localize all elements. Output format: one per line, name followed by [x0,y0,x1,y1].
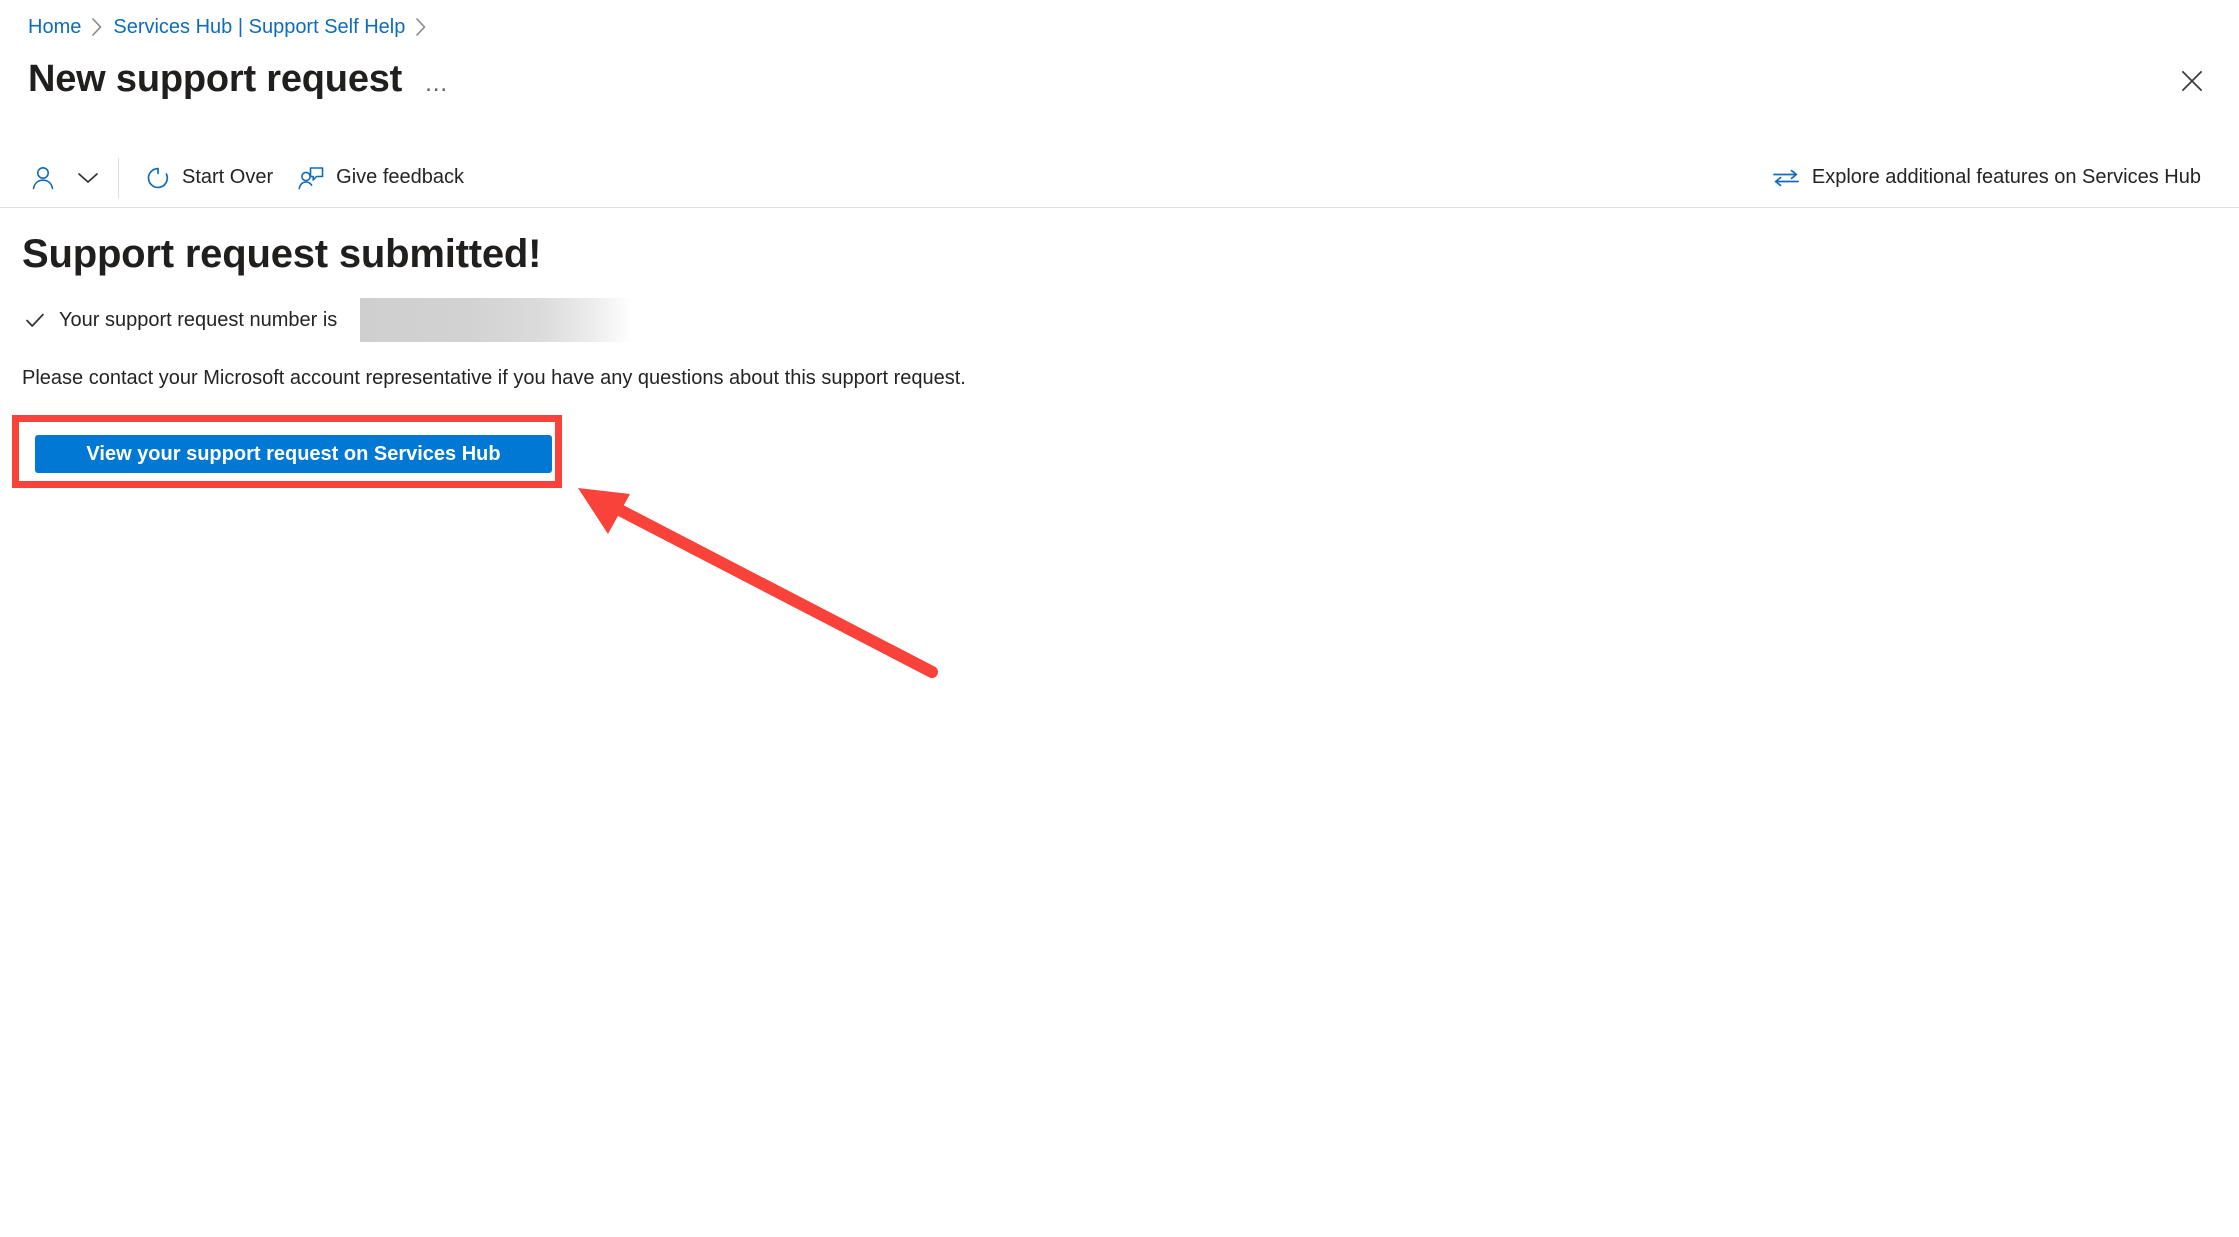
breadcrumb-item-services-hub[interactable]: Services Hub | Support Self Help [113,14,405,40]
close-button[interactable] [2171,60,2213,102]
breadcrumb: Home Services Hub | Support Self Help [28,14,427,40]
success-heading: Support request submitted! [22,232,542,276]
chevron-down-icon [76,170,100,186]
person-icon [28,163,58,193]
toolbar-divider [118,157,119,198]
person-feedback-icon [297,165,325,191]
persona-menu-button[interactable] [28,163,118,193]
annotation-arrow [578,488,938,678]
primary-button-highlight-annotation: View your support request on Services Hu… [12,415,562,488]
page-title: New support request [28,58,403,100]
give-feedback-label: Give feedback [336,166,464,188]
give-feedback-button[interactable]: Give feedback [285,156,476,200]
confirmation-row: Your support request number is [24,298,2239,342]
refresh-icon [145,165,171,191]
command-bar-left: Start Over Give feedback [28,148,476,207]
confirmation-text: Your support request number is [59,309,338,331]
checkmark-icon [24,309,46,331]
contact-note: Please contact your Microsoft account re… [22,367,966,389]
explore-services-hub-button[interactable]: Explore additional features on Services … [1759,156,2213,200]
swap-arrows-icon [1771,166,1801,190]
command-bar: Start Over Give feedback Explore additio… [0,148,2239,208]
command-bar-right: Explore additional features on Services … [1759,148,2213,207]
close-icon [2179,68,2205,94]
view-support-request-button[interactable]: View your support request on Services Hu… [35,435,552,473]
page-overflow-menu-button[interactable]: … [424,62,450,96]
breadcrumb-item-home[interactable]: Home [28,14,81,40]
explore-services-hub-label: Explore additional features on Services … [1811,166,2201,188]
page-header: New support request … [28,55,450,103]
chevron-right-icon-2 [415,17,427,37]
start-over-label: Start Over [182,166,274,188]
support-request-number-redacted [360,298,633,342]
chevron-right-icon [91,17,103,37]
start-over-button[interactable]: Start Over [133,156,285,200]
main-content: Support request submitted! Your support … [22,228,2239,392]
